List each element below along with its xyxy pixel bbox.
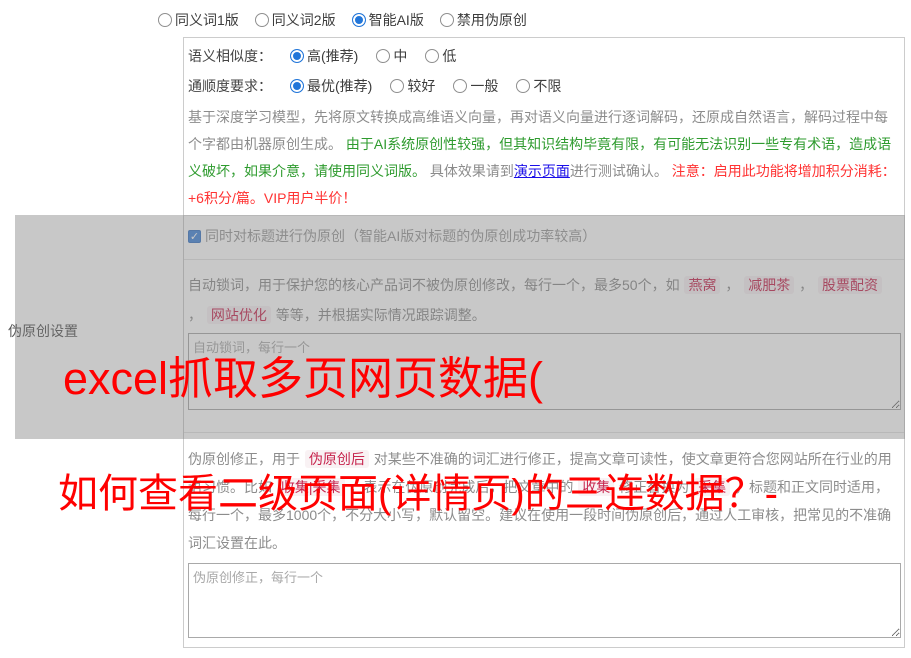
spin-mode-radio-group: 同义词1版 同义词2版 智能AI版 禁用伪原创 xyxy=(158,10,527,30)
text-segment: 减肥茶 xyxy=(744,276,794,294)
radio-label: 智能AI版 xyxy=(369,10,424,30)
checkbox-checked-icon[interactable]: ✓ xyxy=(188,230,201,243)
radio-selected-icon xyxy=(352,13,366,27)
text-segment: 具体效果请到 xyxy=(426,163,514,179)
text-segment: 自动锁词，用于保护您的核心产品词不被伪原创修改，每行一个，最多50个，如 xyxy=(188,277,683,293)
radio-option[interactable]: 禁用伪原创 xyxy=(440,10,527,30)
radio-option[interactable]: 同义词2版 xyxy=(255,10,336,30)
demo-page-link[interactable]: 演示页面 xyxy=(514,163,570,179)
radio-unselected-icon xyxy=(255,13,269,27)
title-spin-checkbox-row[interactable]: ✓ 同时对标题进行伪原创（智能AI版对标题的伪原创成功率较高） xyxy=(188,226,596,246)
text-segment: ， xyxy=(795,277,817,293)
text-segment: 等等，并根据实际情况跟踪调整。 xyxy=(272,307,486,323)
text-segment: ， xyxy=(721,277,743,293)
radio-unselected-icon xyxy=(158,13,172,27)
watermark-caption-1: excel抓取多页网页数据( xyxy=(63,355,543,402)
radio-label: 一般 xyxy=(470,76,498,96)
radio-label: 中 xyxy=(393,46,407,66)
radio-label: 最优(推荐) xyxy=(307,76,372,96)
text-segment: 伪原创后 xyxy=(305,450,369,468)
section-divider xyxy=(184,432,904,433)
text-segment: 股票配资 xyxy=(818,276,882,294)
radio-option[interactable]: 低 xyxy=(425,46,456,66)
radio-label: 高(推荐) xyxy=(307,46,358,66)
radio-selected-icon xyxy=(290,79,304,93)
semantic-similarity-radio-group: 高(推荐) 中 低 xyxy=(290,46,456,66)
watermark-caption-2: 如何查看二级页面(详情页)的三连数据？- xyxy=(58,473,778,515)
radio-option[interactable]: 不限 xyxy=(516,76,561,96)
radio-unselected-icon xyxy=(453,79,467,93)
section-divider xyxy=(184,215,904,216)
spin-correction-textarea[interactable] xyxy=(188,563,901,638)
fluency-radio-group: 最优(推荐) 较好 一般 不限 xyxy=(290,76,561,96)
text-segment: 进行测试确认。 xyxy=(570,163,672,179)
section-divider xyxy=(184,259,904,260)
fluency-label: 通顺度要求： xyxy=(188,76,272,96)
ai-settings-panel: 语义相似度： 高(推荐) 中 低 通顺度要求： 最优(推荐) 较好 一般 不限 基于深度学… xyxy=(183,37,905,648)
radio-option[interactable]: 同义词1版 xyxy=(158,10,239,30)
radio-label: 较好 xyxy=(407,76,435,96)
radio-unselected-icon xyxy=(390,79,404,93)
radio-option[interactable]: 一般 xyxy=(453,76,498,96)
fluency-row: 通顺度要求： 最优(推荐) 较好 一般 不限 xyxy=(188,76,561,96)
title-spin-checkbox-label: 同时对标题进行伪原创（智能AI版对标题的伪原创成功率较高） xyxy=(205,226,596,246)
radio-unselected-icon xyxy=(425,49,439,63)
radio-option[interactable]: 较好 xyxy=(390,76,435,96)
semantic-similarity-label: 语义相似度： xyxy=(188,46,272,66)
radio-label: 同义词1版 xyxy=(175,10,239,30)
radio-option[interactable]: 高(推荐) xyxy=(290,46,358,66)
radio-option[interactable]: 智能AI版 xyxy=(352,10,424,30)
radio-selected-icon xyxy=(290,49,304,63)
radio-unselected-icon xyxy=(440,13,454,27)
text-segment: ， xyxy=(188,307,206,323)
text-segment: 伪原创修正，用于 xyxy=(188,451,304,467)
radio-label: 同义词2版 xyxy=(272,10,336,30)
radio-label: 低 xyxy=(442,46,456,66)
auto-lock-description: 自动锁词，用于保护您的核心产品词不被伪原创修改，每行一个，最多50个，如 燕窝 … xyxy=(188,270,896,330)
text-segment: 燕窝 xyxy=(684,276,720,294)
ai-mode-description: 基于深度学习模型，先将原文转换成高维语义向量，再对语义向量进行逐词解码，还原成自… xyxy=(188,104,896,212)
radio-label: 不限 xyxy=(533,76,561,96)
pseudo-original-settings-label: 伪原创设置 xyxy=(8,321,78,341)
radio-unselected-icon xyxy=(376,49,390,63)
radio-label: 禁用伪原创 xyxy=(457,10,527,30)
semantic-similarity-row: 语义相似度： 高(推荐) 中 低 xyxy=(188,46,456,66)
radio-option[interactable]: 最优(推荐) xyxy=(290,76,372,96)
radio-option[interactable]: 中 xyxy=(376,46,407,66)
radio-unselected-icon xyxy=(516,79,530,93)
text-segment: 网站优化 xyxy=(207,306,271,324)
